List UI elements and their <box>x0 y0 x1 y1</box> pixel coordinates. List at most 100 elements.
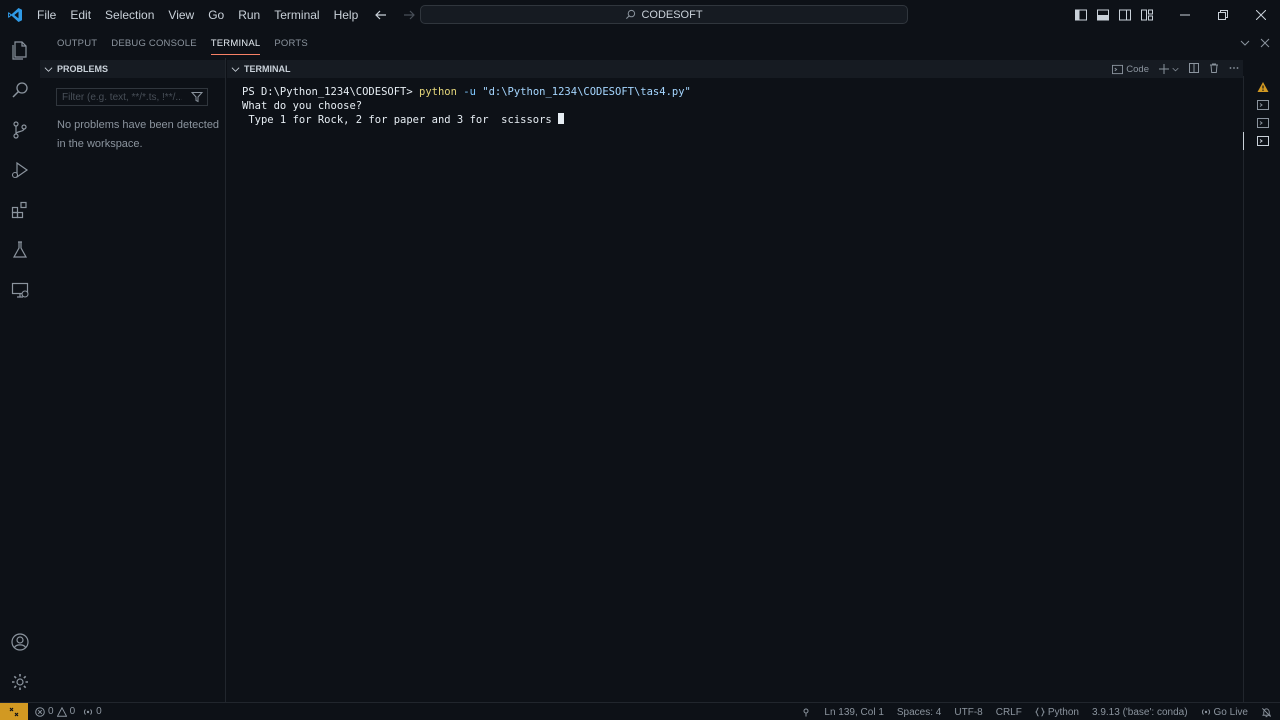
python-interpreter[interactable]: 3.9.13 ('base': conda) <box>1092 707 1188 718</box>
menu-run[interactable]: Run <box>231 0 267 30</box>
menu-terminal[interactable]: Terminal <box>267 0 326 30</box>
terminal-actions: Code <box>1112 60 1239 78</box>
chevron-down-icon <box>1172 67 1179 71</box>
panel-actions <box>1240 30 1270 58</box>
forward-arrow-icon[interactable] <box>400 6 418 24</box>
menu-edit[interactable]: Edit <box>63 0 98 30</box>
terminal-warning-icon[interactable] <box>1244 78 1280 96</box>
chevron-down-icon[interactable] <box>1240 38 1250 51</box>
explorer-icon[interactable] <box>0 30 40 70</box>
status-right: Ln 139, Col 1 Spaces: 4 UTF-8 CRLF Pytho… <box>801 703 1272 720</box>
tab-output[interactable]: OUTPUT <box>50 30 104 58</box>
vscode-logo-icon <box>0 0 30 30</box>
workspace-title: CODESOFT <box>641 8 703 21</box>
terminal-arg: "d:\Python_1234\CODESOFT\tas4.py" <box>482 86 691 98</box>
language-label: Python <box>1047 706 1079 718</box>
status-left: 0 0 0 <box>28 706 102 717</box>
toggle-secondary-sidebar-icon[interactable] <box>1114 4 1136 26</box>
end-of-line[interactable]: CRLF <box>996 707 1022 718</box>
terminal-flag: -u <box>456 86 483 98</box>
filter-icon[interactable] <box>191 91 203 103</box>
go-live-label: Go Live <box>1213 706 1248 718</box>
go-live-button[interactable]: Go Live <box>1201 707 1248 718</box>
terminal-icon <box>1112 64 1124 74</box>
chevron-down-icon <box>231 66 240 72</box>
terminal-instance-icon[interactable] <box>1243 132 1280 150</box>
title-bar-controls <box>1070 0 1280 30</box>
close-icon[interactable] <box>1242 0 1280 30</box>
terminal-profile-label: Code <box>1126 63 1149 75</box>
activity-bar <box>0 30 40 702</box>
terminal-command: python <box>419 86 457 98</box>
problems-filter <box>56 88 208 106</box>
close-panel-icon[interactable] <box>1260 38 1270 51</box>
problems-header[interactable]: PROBLEMS <box>40 60 225 78</box>
new-terminal-button[interactable] <box>1159 64 1179 74</box>
bell-slash-icon[interactable] <box>1261 707 1272 718</box>
tab-terminal[interactable]: TERMINAL <box>204 30 268 58</box>
ports-count: 0 <box>96 706 102 717</box>
run-debug-icon[interactable] <box>0 150 40 190</box>
search-icon <box>626 9 636 19</box>
cursor-position[interactable]: Ln 139, Col 1 <box>824 707 884 718</box>
panel-tab-bar: OUTPUT DEBUG CONSOLE TERMINAL PORTS <box>40 30 1280 58</box>
terminal-output-line: Type 1 for Rock, 2 for paper and 3 for s… <box>242 114 559 126</box>
title-bar: File Edit Selection View Go Run Terminal… <box>0 0 1280 30</box>
trash-icon[interactable] <box>1209 63 1219 76</box>
toggle-panel-icon[interactable] <box>1092 4 1114 26</box>
warning-icon <box>56 706 67 717</box>
accounts-icon[interactable] <box>0 622 40 662</box>
terminal-profile[interactable]: Code <box>1112 64 1149 75</box>
location-pin-icon[interactable] <box>801 707 811 717</box>
terminal-tabs-list <box>1243 76 1280 702</box>
language-mode[interactable]: Python <box>1034 706 1079 718</box>
warning-count: 0 <box>69 706 76 717</box>
command-center-search[interactable]: CODESOFT <box>420 5 908 24</box>
terminal-output-line: What do you choose? <box>242 99 363 112</box>
terminal-cursor <box>558 113 565 124</box>
menu-file[interactable]: File <box>30 0 63 30</box>
extensions-icon[interactable] <box>0 190 40 230</box>
plus-icon <box>1159 64 1169 74</box>
encoding[interactable]: UTF-8 <box>954 707 982 718</box>
source-control-icon[interactable] <box>0 110 40 150</box>
indentation[interactable]: Spaces: 4 <box>897 707 941 718</box>
more-actions-icon[interactable] <box>1229 63 1239 76</box>
toggle-primary-sidebar-icon[interactable] <box>1070 4 1092 26</box>
menu-selection[interactable]: Selection <box>98 0 161 30</box>
menu-go[interactable]: Go <box>201 0 231 30</box>
terminal-instance-icon[interactable] <box>1244 96 1280 114</box>
problems-status[interactable]: 0 0 <box>35 706 75 717</box>
customize-layout-icon[interactable] <box>1136 4 1158 26</box>
remote-indicator-icon[interactable] <box>0 702 28 720</box>
remote-explorer-icon[interactable] <box>0 270 40 310</box>
terminal-header[interactable]: TERMINAL Code <box>227 60 1243 78</box>
gear-icon[interactable] <box>0 662 40 702</box>
problems-title: PROBLEMS <box>57 64 109 74</box>
problems-panel: PROBLEMS No problems have been detected … <box>40 58 226 702</box>
broadcast-icon <box>1201 709 1210 715</box>
testing-flask-icon[interactable] <box>0 230 40 270</box>
restore-icon[interactable] <box>1204 0 1242 30</box>
menu-help[interactable]: Help <box>327 0 366 30</box>
status-bar: 0 0 0 Ln 139, Col 1 Spaces: 4 UTF-8 CRLF… <box>0 702 1280 720</box>
terminal-panel: TERMINAL Code PS D:\Python_1234\CODESOFT… <box>227 58 1243 702</box>
menu-bar: File Edit Selection View Go Run Terminal… <box>30 0 365 30</box>
tab-ports[interactable]: PORTS <box>267 30 315 58</box>
terminal-instance-icon[interactable] <box>1244 114 1280 132</box>
split-terminal-icon[interactable] <box>1189 62 1199 76</box>
problems-filter-input[interactable] <box>62 91 182 103</box>
search-sidebar-icon[interactable] <box>0 70 40 110</box>
braces-icon <box>1034 707 1045 717</box>
ports-status[interactable]: 0 <box>83 706 102 717</box>
terminal-command-line: PS D:\Python_1234\CODESOFT> python -u "d… <box>242 86 1243 100</box>
back-arrow-icon[interactable] <box>372 6 390 24</box>
no-problems-message: No problems have been detected in the wo… <box>57 119 220 150</box>
tab-debug-console[interactable]: DEBUG CONSOLE <box>104 30 203 58</box>
navigation-arrows <box>372 0 418 30</box>
terminal-prompt: PS D:\Python_1234\CODESOFT> <box>242 86 420 98</box>
terminal-output[interactable]: PS D:\Python_1234\CODESOFT> python -u "d… <box>227 78 1243 128</box>
error-count: 0 <box>48 706 54 717</box>
minimize-icon[interactable] <box>1166 0 1204 30</box>
menu-view[interactable]: View <box>161 0 201 30</box>
